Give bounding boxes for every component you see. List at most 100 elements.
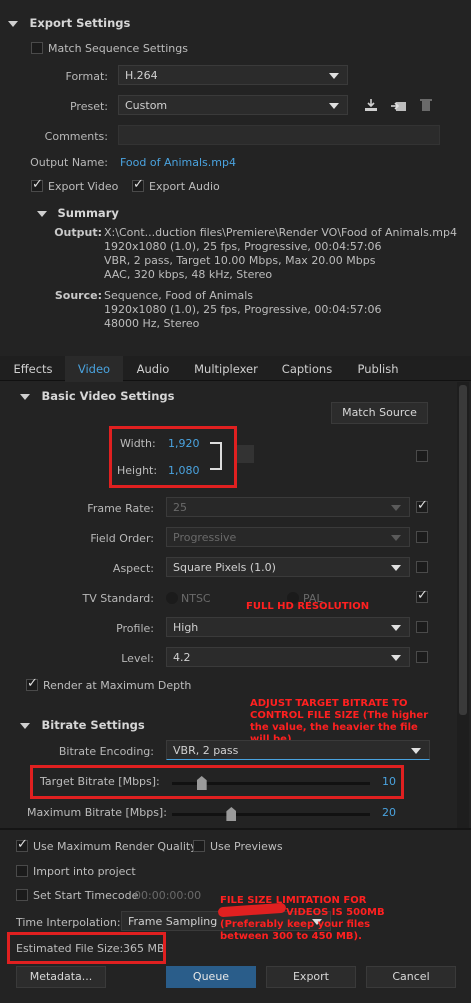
basic-video-header[interactable]: Basic Video Settings — [20, 389, 175, 403]
summary-source-label: Source: — [54, 289, 102, 302]
export-settings-title: Export Settings — [29, 16, 131, 30]
queue-button[interactable]: Queue — [166, 966, 256, 988]
level-dropdown[interactable]: 4.2 — [166, 647, 410, 667]
preset-value: Custom — [125, 99, 168, 112]
max-bitrate-label: Maximum Bitrate [Mbps]: — [27, 806, 167, 819]
tab-publish[interactable]: Publish — [350, 358, 406, 380]
delete-preset-icon[interactable] — [419, 97, 433, 113]
comments-label: Comments: — [44, 130, 108, 143]
import-preset-icon[interactable] — [390, 97, 408, 113]
export-settings-header[interactable]: Export Settings — [8, 16, 130, 30]
chevron-down-icon — [391, 505, 401, 511]
tab-audio[interactable]: Audio — [128, 358, 178, 380]
set-start-timecode-label: Set Start Timecode — [33, 889, 139, 902]
link-dimensions-toggle[interactable] — [236, 445, 254, 463]
bitrate-encoding-label: Bitrate Encoding: — [58, 745, 154, 758]
import-project-label: Import into project — [33, 865, 136, 878]
aspect-value: Square Pixels (1.0) — [173, 561, 276, 574]
aspect-checkbox[interactable] — [416, 561, 428, 573]
cancel-button[interactable]: Cancel — [366, 966, 456, 988]
level-value: 4.2 — [173, 651, 191, 664]
format-label: Format: — [65, 70, 108, 83]
preset-dropdown[interactable]: Custom — [118, 95, 348, 115]
match-sequence-checkbox[interactable] — [31, 42, 43, 54]
format-dropdown[interactable]: H.264 — [118, 65, 348, 85]
max-bitrate-value[interactable]: 20 — [382, 806, 396, 819]
profile-value: High — [173, 621, 199, 634]
frame-rate-label: Frame Rate: — [87, 502, 154, 515]
collapse-triangle-icon[interactable] — [37, 211, 47, 217]
basic-video-title: Basic Video Settings — [41, 389, 175, 403]
tv-standard-label: TV Standard: — [82, 592, 155, 605]
field-order-value: Progressive — [173, 531, 237, 544]
comments-input[interactable] — [118, 125, 440, 145]
file-size-annotation-2: VIDEOS IS 500MB — [286, 907, 385, 918]
export-video-checkbox[interactable] — [31, 177, 43, 192]
render-max-depth-checkbox[interactable] — [26, 676, 38, 691]
chevron-down-icon — [329, 103, 339, 109]
frame-rate-value: 25 — [173, 501, 187, 514]
summary-title: Summary — [57, 206, 119, 220]
chevron-down-icon — [329, 73, 339, 79]
tab-video[interactable]: Video — [65, 358, 123, 380]
summary-source-line: 48000 Hz, Stereo — [104, 317, 200, 330]
bitrate-encoding-dropdown[interactable]: VBR, 2 pass — [166, 740, 430, 760]
chevron-down-icon — [391, 625, 401, 631]
target-bitrate-highlight-box — [30, 765, 404, 799]
scrollbar-thumb[interactable] — [459, 385, 467, 715]
bitrate-annotation: ADJUST TARGET BITRATE TO CONTROL FILE SI… — [250, 698, 429, 745]
bitrate-title: Bitrate Settings — [41, 718, 145, 732]
export-video-label: Export Video — [48, 180, 119, 193]
level-label: Level: — [121, 652, 154, 665]
summary-output-line: 1920x1080 (1.0), 25 fps, Progressive, 00… — [104, 240, 382, 253]
save-preset-icon[interactable] — [363, 97, 379, 113]
use-max-render-label: Use Maximum Render Quality — [33, 840, 197, 853]
import-project-checkbox[interactable] — [16, 865, 28, 877]
profile-dropdown[interactable]: High — [166, 617, 410, 637]
aspect-dropdown[interactable]: Square Pixels (1.0) — [166, 557, 410, 577]
max-bitrate-slider-track[interactable] — [172, 813, 370, 816]
frame-rate-checkbox[interactable] — [416, 498, 428, 513]
timecode-value: 00:00:00:00 — [134, 889, 202, 902]
export-audio-checkbox[interactable] — [132, 177, 144, 192]
bitrate-header[interactable]: Bitrate Settings — [20, 718, 145, 732]
match-source-button[interactable]: Match Source — [331, 402, 428, 424]
use-max-render-checkbox[interactable] — [16, 837, 28, 852]
preset-label: Preset: — [69, 100, 108, 113]
use-previews-label: Use Previews — [210, 840, 283, 853]
field-order-label: Field Order: — [90, 532, 154, 545]
render-max-depth-label: Render at Maximum Depth — [43, 679, 192, 692]
time-interp-value: Frame Sampling — [128, 915, 218, 928]
aspect-label: Aspect: — [112, 562, 154, 575]
bitrate-encoding-value: VBR, 2 pass — [173, 744, 239, 757]
collapse-triangle-icon[interactable] — [20, 723, 30, 729]
field-order-dropdown[interactable]: Progressive — [166, 527, 410, 547]
width-height-checkbox[interactable] — [416, 450, 428, 462]
export-button[interactable]: Export — [266, 966, 356, 988]
use-previews-checkbox[interactable] — [193, 840, 205, 852]
profile-label: Profile: — [116, 622, 154, 635]
frame-rate-dropdown[interactable]: 25 — [166, 497, 410, 517]
ntsc-label: NTSC — [181, 592, 211, 605]
summary-source-line: Sequence, Food of Animals — [104, 289, 254, 302]
collapse-triangle-icon[interactable] — [8, 21, 18, 27]
file-size-annotation-1: FILE SIZE LIMITATION FOR — [220, 895, 367, 906]
ntsc-radio[interactable] — [166, 592, 178, 604]
metadata-button[interactable]: Metadata... — [16, 966, 106, 988]
tab-multiplexer[interactable]: Multiplexer — [188, 358, 264, 380]
profile-checkbox[interactable] — [416, 621, 428, 633]
tab-captions[interactable]: Captions — [276, 358, 338, 380]
tab-effects[interactable]: Effects — [8, 358, 58, 380]
collapse-triangle-icon[interactable] — [20, 394, 30, 400]
summary-header[interactable]: Summary — [37, 206, 119, 220]
summary-source-line: 1920x1080 (1.0), 25 fps, Progressive, 00… — [104, 303, 382, 316]
full-hd-annotation: FULL HD RESOLUTION — [246, 601, 370, 612]
max-bitrate-slider-handle[interactable] — [226, 807, 237, 821]
level-checkbox[interactable] — [416, 651, 428, 663]
field-order-checkbox[interactable] — [416, 531, 428, 543]
set-start-timecode-checkbox[interactable] — [16, 889, 28, 901]
output-name-link[interactable]: Food of Animals.mp4 — [120, 156, 236, 169]
tv-standard-checkbox[interactable] — [416, 588, 428, 603]
resolution-highlight-box — [109, 426, 237, 488]
format-value: H.264 — [125, 69, 158, 82]
